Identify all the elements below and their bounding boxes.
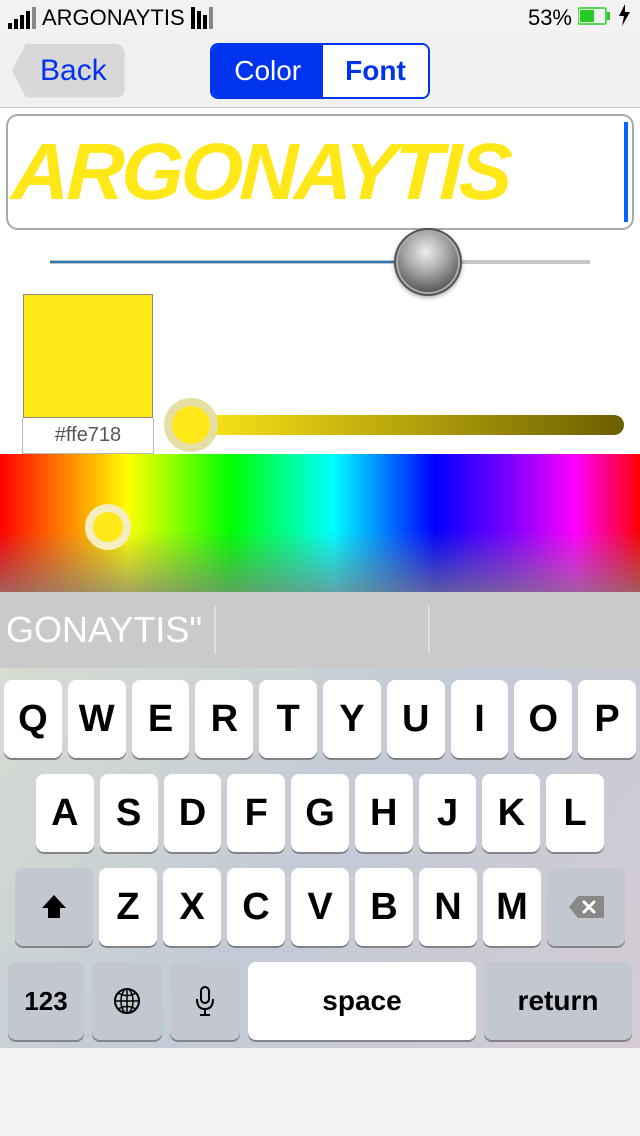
charging-icon [618,4,632,32]
color-spectrum[interactable] [0,454,640,592]
key-r[interactable]: R [195,680,253,758]
key-t[interactable]: T [259,680,317,758]
back-button[interactable]: Back [12,44,125,98]
back-label: Back [40,54,107,88]
key-u[interactable]: U [387,680,445,758]
key-x[interactable]: X [163,868,221,946]
key-f[interactable]: F [227,774,285,852]
key-m[interactable]: M [483,868,541,946]
key-v[interactable]: V [291,868,349,946]
key-h[interactable]: H [355,774,413,852]
return-key[interactable]: return [484,962,632,1040]
key-b[interactable]: B [355,868,413,946]
key-row-4: 123 space return [4,962,636,1040]
globe-key[interactable] [92,962,162,1040]
carrier-label: ARGONAYTIS [42,5,185,31]
text-value: ARGONAYTIS [11,132,624,212]
color-swatch [23,294,153,418]
space-key[interactable]: space [248,962,476,1040]
key-o[interactable]: O [514,680,572,758]
key-q[interactable]: Q [4,680,62,758]
key-row-1: Q W E R T Y U I O P [4,680,636,758]
segment-font[interactable]: Font [323,45,428,97]
key-l[interactable]: L [546,774,604,852]
suggestion-bar: GONAYTIS" [0,592,640,668]
suggestion-2[interactable] [216,592,428,668]
dictation-key[interactable] [170,962,240,1040]
delete-key[interactable] [547,868,625,946]
key-e[interactable]: E [132,680,190,758]
signal-icon [8,7,36,29]
size-slider-knob[interactable] [394,228,462,296]
numbers-key[interactable]: 123 [8,962,84,1040]
key-i[interactable]: I [451,680,509,758]
battery-icon [578,5,612,31]
color-hex-label: #ffe718 [22,418,154,454]
key-row-2: A S D F G H J K L [4,774,636,852]
key-d[interactable]: D [164,774,222,852]
key-row-3: Z X C V B N M [4,868,636,946]
key-a[interactable]: A [36,774,94,852]
shade-slider-knob[interactable] [164,398,218,452]
text-input[interactable]: ARGONAYTIS [6,114,634,230]
shift-key[interactable] [15,868,93,946]
key-p[interactable]: P [578,680,636,758]
suggestion-1[interactable]: GONAYTIS" [0,592,214,668]
key-y[interactable]: Y [323,680,381,758]
key-z[interactable]: Z [99,868,157,946]
key-n[interactable]: N [419,868,477,946]
key-g[interactable]: G [291,774,349,852]
signal-icon-2 [191,7,213,29]
battery-percent: 53% [528,5,572,31]
key-j[interactable]: J [419,774,477,852]
keyboard: Q W E R T Y U I O P A S D F G H J K L Z … [0,668,640,1048]
segment-color[interactable]: Color [212,45,323,97]
text-caret [624,122,628,222]
suggestion-3[interactable] [430,592,640,668]
status-bar: ARGONAYTIS 53% [0,0,640,34]
nav-bar: Back Color Font [0,34,640,108]
spectrum-knob[interactable] [85,504,131,550]
size-slider[interactable] [50,260,590,264]
key-c[interactable]: C [227,868,285,946]
key-w[interactable]: W [68,680,126,758]
key-k[interactable]: K [482,774,540,852]
key-s[interactable]: S [100,774,158,852]
segment-control: Color Font [210,43,430,99]
shade-slider[interactable] [162,396,624,454]
